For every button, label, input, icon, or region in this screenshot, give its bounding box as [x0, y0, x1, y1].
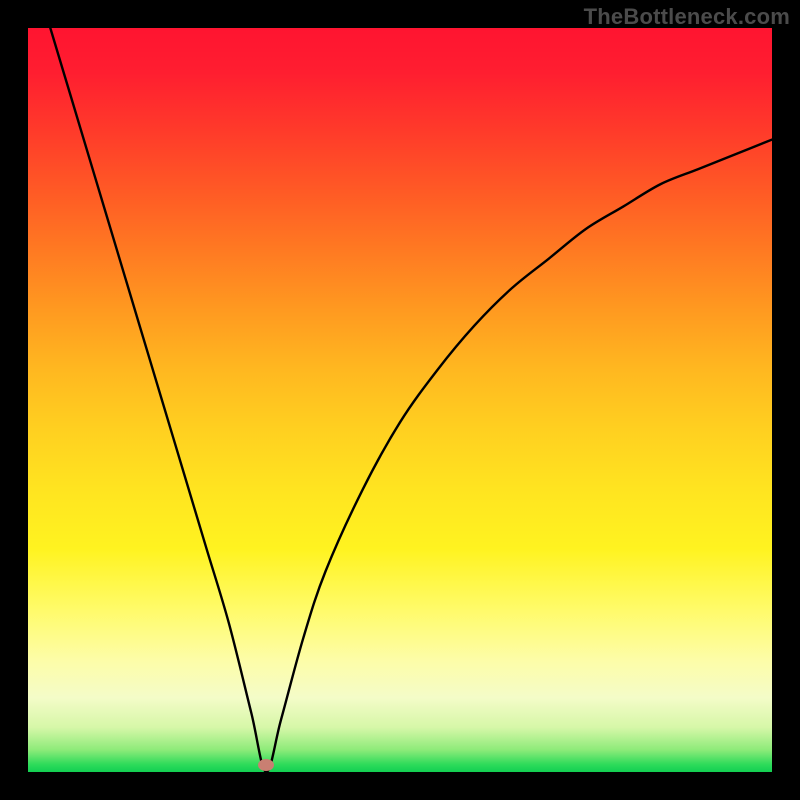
watermark-text: TheBottleneck.com: [584, 4, 790, 30]
minimum-marker-icon: [258, 759, 274, 771]
bottleneck-curve: [28, 28, 772, 772]
plot-area: [28, 28, 772, 772]
chart-frame: TheBottleneck.com: [0, 0, 800, 800]
